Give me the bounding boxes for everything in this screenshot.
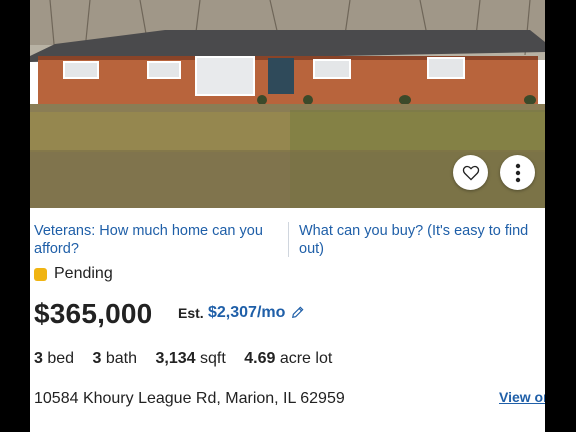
more-vertical-icon [515, 163, 520, 182]
pencil-icon[interactable] [291, 305, 305, 319]
baths-fact: 3 bath [93, 350, 138, 367]
property-photo[interactable] [30, 0, 545, 208]
baths-label: bath [105, 350, 138, 367]
beds-label: bed [47, 350, 75, 367]
sqft-label: sqft [199, 350, 226, 367]
more-options-button[interactable] [500, 155, 535, 190]
estimate-label: Est. [178, 305, 204, 321]
promo-divider [288, 222, 289, 257]
beds-value: 3 [34, 350, 43, 367]
status-badge: Pending [34, 265, 113, 283]
listing-screen: Veterans: How much home can you afford? … [30, 0, 545, 432]
property-address: 10584 Khoury League Rd, Marion, IL 62959 [34, 390, 345, 407]
listing-price: $365,000 [34, 298, 153, 329]
lot-fact: 4.69 acre lot [244, 350, 332, 367]
veterans-promo-link[interactable]: Veterans: How much home can you afford? [34, 222, 274, 258]
baths-value: 3 [92, 350, 102, 367]
lot-value: 4.69 [244, 350, 276, 367]
beds-fact: 3 bed [34, 350, 74, 367]
status-dot-icon [34, 267, 47, 281]
view-on-map-link[interactable]: View or [499, 389, 545, 405]
estimated-payment-link[interactable]: $2,307/mo [208, 304, 285, 322]
buying-power-promo-link[interactable]: What can you buy? (It's easy to find out… [299, 222, 539, 258]
heart-icon [462, 165, 479, 180]
sqft-value: 3,134 [155, 350, 196, 367]
property-facts: 3 bed 3 bath 3,134 sqft 4.69 acre lot [34, 350, 346, 368]
favorite-button[interactable] [453, 155, 488, 190]
status-text: Pending [54, 265, 113, 282]
sqft-fact: 3,134 sqft [155, 350, 225, 367]
lot-label: acre lot [279, 350, 333, 367]
